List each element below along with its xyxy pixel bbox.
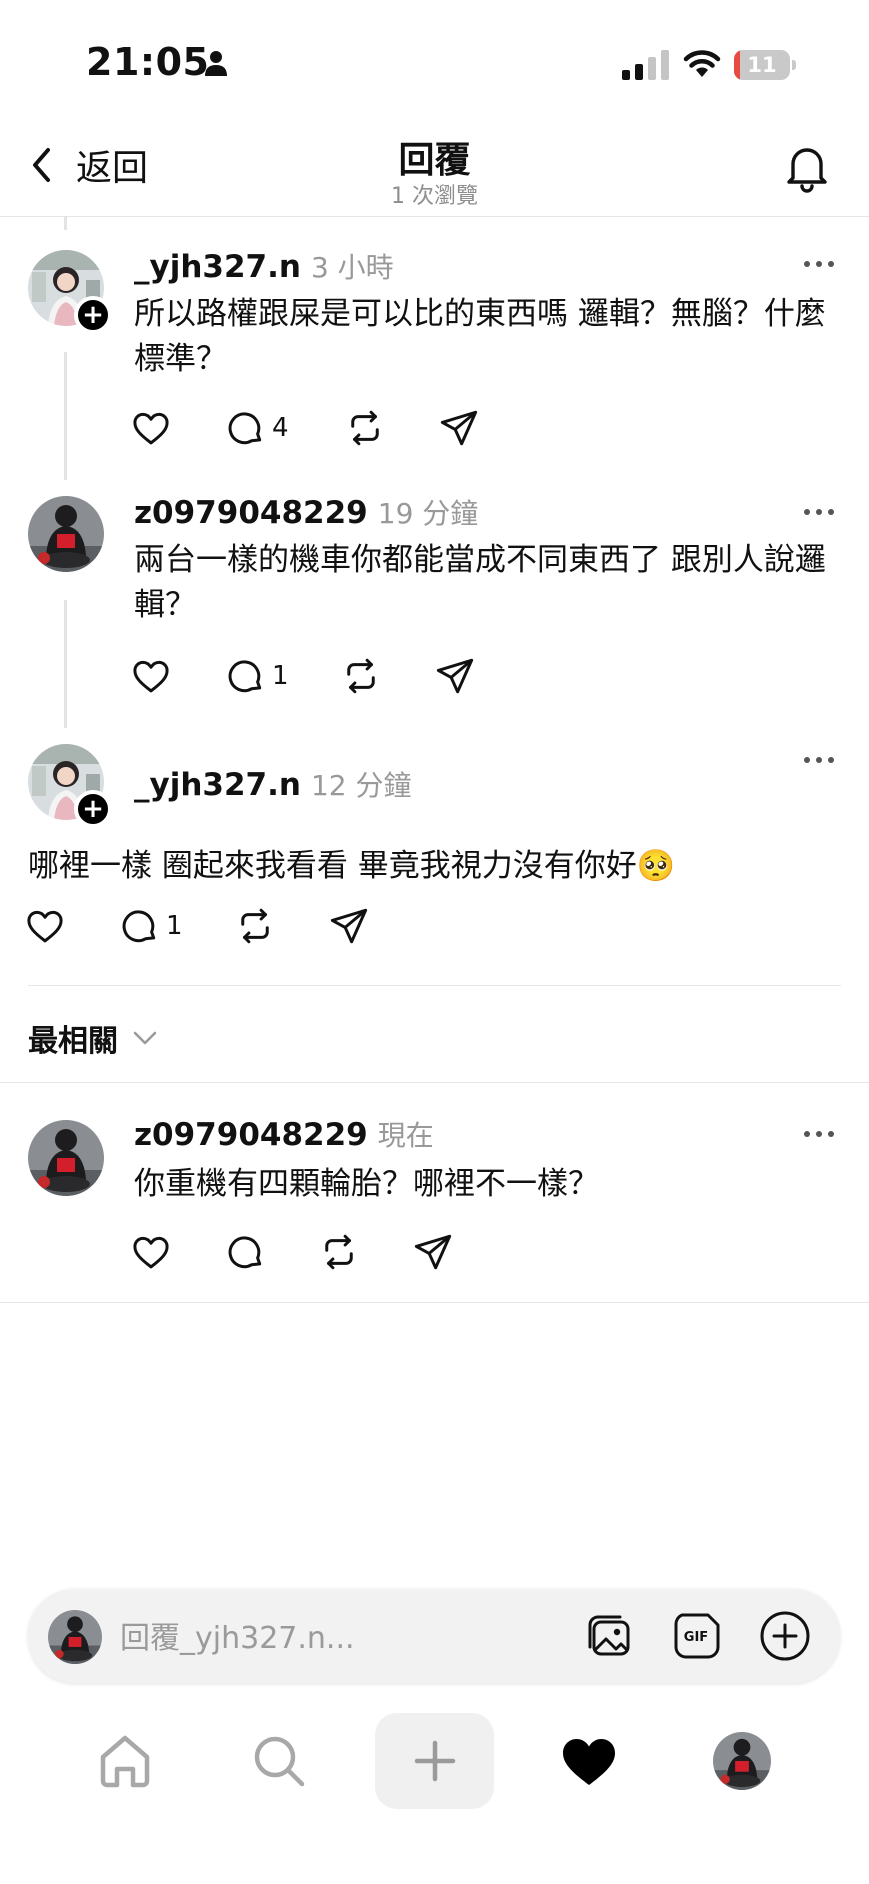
svg-text:GIF: GIF bbox=[684, 1630, 708, 1645]
my-avatar bbox=[48, 1610, 102, 1664]
reply-count: 1 bbox=[166, 911, 183, 941]
signal-icon bbox=[622, 50, 669, 80]
repost-button[interactable] bbox=[318, 1230, 412, 1274]
divider bbox=[0, 1082, 869, 1083]
share-button[interactable] bbox=[412, 1230, 454, 1274]
post-meta: _yjh327.n 12 分鐘 bbox=[134, 764, 412, 804]
heart-filled-icon[interactable] bbox=[559, 1731, 619, 1791]
heart-icon bbox=[130, 655, 172, 697]
reply-post[interactable]: z0979048229 19 分鐘 兩台一樣的機車你都能當成不同東西了 跟別人說邏… bbox=[0, 488, 869, 708]
more-options-icon[interactable] bbox=[802, 259, 836, 269]
person-icon bbox=[205, 51, 227, 76]
bell-icon[interactable] bbox=[780, 140, 834, 194]
comment-icon bbox=[224, 1231, 266, 1273]
reply-count: 4 bbox=[272, 413, 289, 443]
plus-icon bbox=[414, 1740, 455, 1782]
follow-plus-button[interactable]: + bbox=[74, 790, 112, 828]
post-text: 兩台一樣的機車你都能當成不同東西了 跟別人說邏輯？ bbox=[134, 542, 826, 623]
send-icon bbox=[438, 407, 480, 449]
comment-button[interactable] bbox=[224, 1230, 318, 1274]
divider bbox=[28, 985, 841, 986]
new-thread-button[interactable] bbox=[375, 1713, 494, 1809]
more-options-icon[interactable] bbox=[802, 755, 836, 765]
repost-icon bbox=[318, 1231, 360, 1273]
action-bar bbox=[130, 1230, 454, 1274]
like-button[interactable] bbox=[130, 406, 224, 450]
search-icon[interactable] bbox=[249, 1731, 309, 1791]
timestamp: 19 分鐘 bbox=[377, 497, 479, 530]
share-button[interactable] bbox=[438, 406, 480, 450]
action-bar: 1 bbox=[24, 904, 370, 948]
repost-icon bbox=[344, 407, 386, 449]
timestamp: 12 分鐘 bbox=[310, 769, 412, 802]
reply-post[interactable]: z0979048229 現在 你重機有四顆輪胎？哪裡不一樣？ bbox=[0, 1112, 869, 1282]
action-bar: 1 bbox=[130, 654, 476, 698]
reply-count: 1 bbox=[272, 661, 289, 691]
username[interactable]: _yjh327.n bbox=[134, 249, 301, 285]
comment-icon bbox=[224, 407, 266, 449]
comment-button[interactable]: 4 bbox=[224, 406, 344, 450]
username[interactable]: _yjh327.n bbox=[134, 767, 301, 803]
username[interactable]: z0979048229 bbox=[134, 495, 368, 531]
follow-plus-button[interactable]: + bbox=[74, 296, 112, 334]
reply-input[interactable] bbox=[118, 1612, 562, 1664]
timestamp: 現在 bbox=[377, 1119, 434, 1152]
repost-button[interactable] bbox=[344, 406, 438, 450]
page-title: 回覆 bbox=[398, 140, 471, 181]
heart-icon bbox=[130, 1231, 172, 1273]
wifi-icon bbox=[683, 50, 721, 77]
action-bar: 4 bbox=[130, 406, 480, 450]
like-button[interactable] bbox=[24, 904, 118, 948]
chevron-down-icon bbox=[133, 1031, 157, 1045]
post-text: 哪裡一樣 圈起來我看看 畢竟我視力沒有你好🥺 bbox=[28, 848, 676, 884]
gallery-icon[interactable] bbox=[582, 1609, 636, 1663]
send-icon bbox=[328, 905, 370, 947]
post-meta: z0979048229 19 分鐘 bbox=[134, 492, 478, 532]
header-divider bbox=[0, 216, 869, 217]
heart-icon bbox=[130, 407, 172, 449]
post-meta: z0979048229 現在 bbox=[134, 1114, 434, 1154]
home-icon[interactable] bbox=[95, 1731, 155, 1791]
reply-post[interactable]: + _yjh327.n 3 小時 所以路權跟屎是可以比的東西嗎 邏輯？無腦？什麼標… bbox=[0, 240, 869, 460]
repost-icon bbox=[234, 905, 276, 947]
share-button[interactable] bbox=[328, 904, 370, 948]
more-options-icon[interactable] bbox=[802, 507, 836, 517]
gif-icon[interactable]: GIF bbox=[670, 1609, 724, 1663]
like-button[interactable] bbox=[130, 654, 224, 698]
repost-button[interactable] bbox=[340, 654, 434, 698]
avatar[interactable] bbox=[28, 496, 104, 572]
battery-icon: 11 bbox=[734, 50, 796, 80]
send-icon bbox=[434, 655, 476, 697]
post-text: 所以路權跟屎是可以比的東西嗎 邏輯？無腦？什麼標準？ bbox=[134, 296, 826, 377]
comment-button[interactable]: 1 bbox=[224, 654, 340, 698]
send-icon bbox=[412, 1231, 454, 1273]
status-time: 21:05 bbox=[86, 40, 210, 84]
comment-icon bbox=[224, 655, 266, 697]
timestamp: 3 小時 bbox=[310, 251, 394, 284]
profile-avatar-tab[interactable] bbox=[713, 1732, 771, 1790]
battery-level-text: 11 bbox=[747, 53, 777, 77]
avatar[interactable] bbox=[28, 1120, 104, 1196]
view-count: 1 次瀏覽 bbox=[391, 184, 478, 209]
comment-button[interactable]: 1 bbox=[118, 904, 234, 948]
like-button[interactable] bbox=[130, 1230, 224, 1274]
focused-reply-post[interactable]: + _yjh327.n 12 分鐘 哪裡一樣 圈起來我看看 畢竟我視力沒有你好🥺 … bbox=[0, 736, 869, 966]
sort-dropdown[interactable]: 最相關 bbox=[28, 1016, 158, 1060]
repost-icon bbox=[340, 655, 382, 697]
post-text: 你重機有四顆輪胎？哪裡不一樣？ bbox=[134, 1166, 599, 1202]
post-meta: _yjh327.n 3 小時 bbox=[134, 246, 394, 286]
share-button[interactable] bbox=[434, 654, 476, 698]
repost-button[interactable] bbox=[234, 904, 328, 948]
thread-line bbox=[64, 216, 67, 230]
heart-icon bbox=[24, 905, 66, 947]
more-options-icon[interactable] bbox=[802, 1129, 836, 1139]
sort-label: 最相關 bbox=[28, 1024, 118, 1059]
comment-icon bbox=[118, 905, 160, 947]
add-circle-icon[interactable] bbox=[758, 1609, 812, 1663]
divider bbox=[0, 1302, 869, 1303]
username[interactable]: z0979048229 bbox=[134, 1117, 368, 1153]
